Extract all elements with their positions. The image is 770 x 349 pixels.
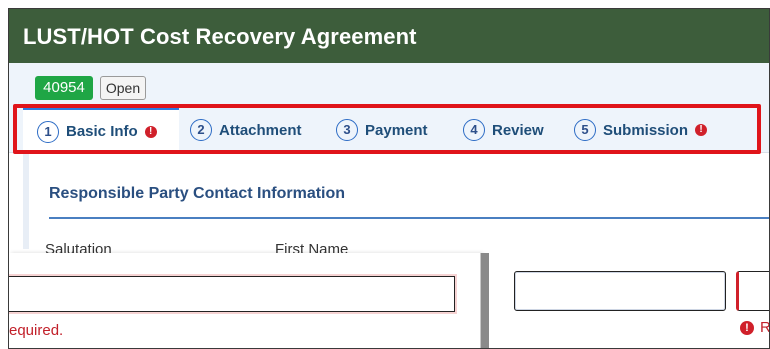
app-frame: LUST/HOT Cost Recovery Agreement 40954 O… (8, 8, 770, 349)
section-divider (49, 217, 769, 219)
wizard-tabs: 1 Basic Info ! 2 Attachment 3 Payment 4 … (9, 107, 769, 153)
overlay-gutter (481, 253, 489, 348)
tab-label: Submission (603, 121, 689, 139)
step-number-icon: 3 (336, 119, 358, 141)
required-error-text-right: R (760, 319, 770, 336)
tab-label: Review (492, 121, 544, 139)
salutation-input[interactable] (9, 276, 455, 312)
required-error-text: equired. (9, 322, 64, 339)
step-number-icon: 1 (37, 120, 59, 143)
tab-attachment[interactable]: 2 Attachment (190, 107, 302, 153)
first-name-input[interactable] (514, 271, 726, 311)
required-error-right: ! R (740, 319, 770, 336)
tab-label: Attachment (219, 121, 302, 139)
tab-basic-info[interactable]: 1 Basic Info ! (23, 107, 179, 153)
record-badges: 40954 Open (9, 63, 769, 107)
tab-payment[interactable]: 3 Payment (336, 107, 428, 153)
error-icon: ! (695, 124, 708, 136)
section-title: Responsible Party Contact Information (49, 185, 346, 202)
page-header: LUST/HOT Cost Recovery Agreement (9, 9, 769, 63)
panel-edge (23, 153, 29, 249)
record-id-badge: 40954 (35, 76, 93, 100)
status-badge: Open (100, 76, 146, 100)
error-icon: ! (144, 125, 157, 138)
step-number-icon: 4 (463, 119, 485, 141)
tab-label: Basic Info (66, 123, 138, 140)
step-number-icon: 2 (190, 119, 212, 141)
tab-label: Payment (365, 121, 428, 139)
tab-review[interactable]: 4 Review (463, 107, 544, 153)
step-number-icon: 5 (574, 119, 596, 141)
last-name-input[interactable] (736, 271, 769, 311)
tab-submission[interactable]: 5 Submission ! (574, 107, 708, 153)
page-title: LUST/HOT Cost Recovery Agreement (23, 24, 417, 49)
error-icon: ! (740, 320, 754, 335)
